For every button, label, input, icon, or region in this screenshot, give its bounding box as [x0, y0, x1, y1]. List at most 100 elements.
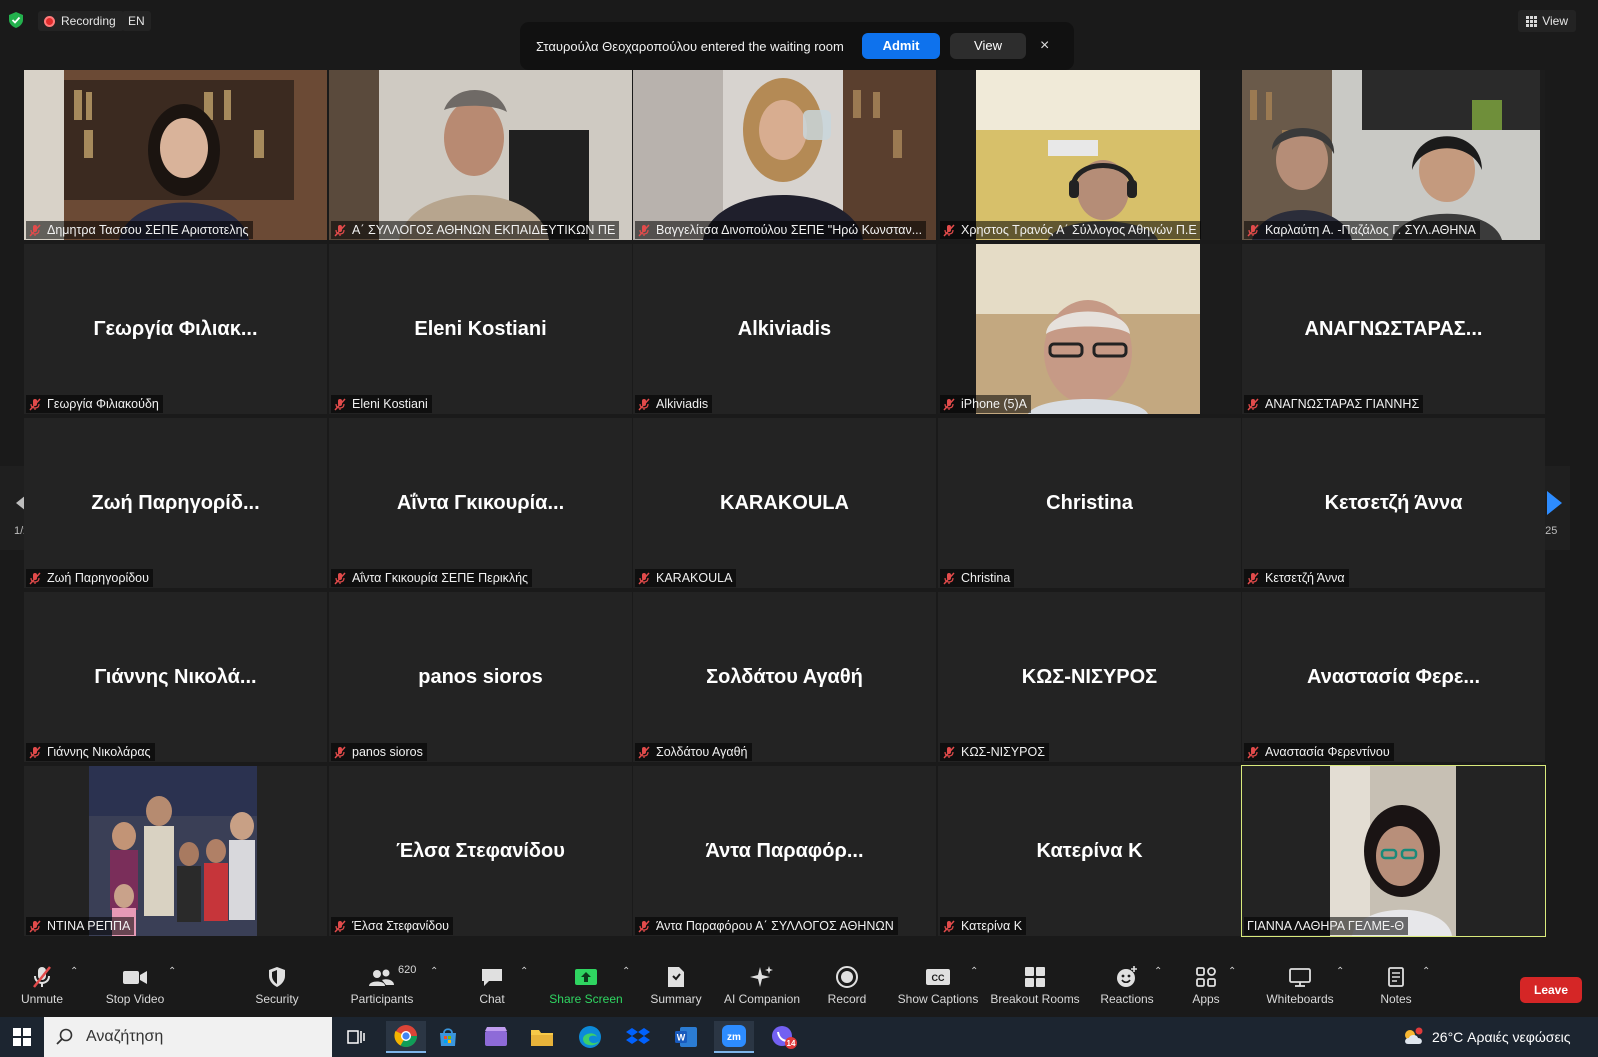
participant-name-label: Γεωργία Φιλιακούδη [26, 395, 163, 413]
participant-tile[interactable]: panos sioros panos sioros [329, 592, 632, 762]
participant-display-name: Christina [1046, 492, 1133, 514]
video-options-caret-icon[interactable]: ⌃ [168, 966, 176, 977]
participants-options-caret-icon[interactable]: ⌃ [430, 966, 438, 977]
participant-tile[interactable]: iPhone (5)A [938, 244, 1241, 414]
participant-tile[interactable]: Αναστασία Φερε... Αναστασία Φερεντίνου [1242, 592, 1545, 762]
apps-icon [1196, 967, 1216, 987]
notes-button[interactable]: Notes ⌃ [1376, 960, 1430, 1017]
participant-display-name: Κατερίνα Κ [1036, 840, 1143, 862]
whiteboards-options-caret-icon[interactable]: ⌃ [1336, 966, 1344, 977]
participant-tile[interactable]: ΚΩΣ-ΝΙΣΥΡΟΣ ΚΩΣ-ΝΙΣΥΡΟΣ [938, 592, 1241, 762]
participant-tile[interactable]: Βαγγελίτσα Δινοπούλου ΣΕΠΕ "Ηρώ Κωνσταν.… [633, 70, 936, 240]
participant-tile[interactable]: Α΄ ΣΥΛΛΟΓΟΣ ΑΘΗΝΩΝ ΕΚΠΑΙΔΕΥΤΙΚΩΝ ΠΕ [329, 70, 632, 240]
weather-text: 26°C Αραιές νεφώσεις [1432, 1029, 1571, 1045]
participant-tile[interactable]: Αΐντα Γκικουρία... Αΐντα Γκικουρία ΣΕΠΕ Π… [329, 418, 632, 588]
security-button[interactable]: Security [250, 960, 304, 1017]
participant-name-text: Eleni Kostiani [352, 397, 428, 411]
participant-tile[interactable]: Κετσετζή Άννα Κετσετζή Άννα [1242, 418, 1545, 588]
view-waiting-room-button[interactable]: View [950, 33, 1026, 59]
participant-name-label: Έλσα Στεφανίδου [331, 917, 454, 935]
participant-tile[interactable]: Ζωή Παρηγορίδ... Ζωή Παρηγορίδου [24, 418, 327, 588]
participant-tile[interactable]: Καρλαύτη Α. -Παζάλος Γ. ΣΥΛ.ΑΘΗΝΑ [1242, 70, 1545, 240]
participants-button[interactable]: Participants 620 ⌃ [346, 960, 439, 1017]
reactions-button[interactable]: Reactions ⌃ [1096, 960, 1162, 1017]
participant-tile[interactable]: Άντα Παραφόρ... Άντα Παραφόρου Α΄ ΣΥΛΛΟΓΟ… [633, 766, 936, 936]
taskbar-word[interactable]: W [666, 1021, 706, 1053]
security-shield-icon [269, 967, 285, 987]
show-captions-button[interactable]: CC Show Captions ⌃ [896, 960, 980, 1017]
breakout-rooms-button[interactable]: Breakout Rooms [990, 960, 1080, 1017]
zoom-app-icon: zm [722, 1025, 746, 1047]
taskbar-zoom[interactable]: zm [714, 1021, 754, 1053]
captions-options-caret-icon[interactable]: ⌃ [970, 966, 978, 977]
participant-name-text: Κατερίνα Κ [961, 919, 1023, 933]
svg-text:zm: zm [727, 1032, 741, 1043]
participant-name-text: Καρλαύτη Α. -Παζάλος Γ. ΣΥΛ.ΑΘΗΝΑ [1265, 223, 1476, 237]
chat-options-caret-icon[interactable]: ⌃ [520, 966, 528, 977]
notes-options-caret-icon[interactable]: ⌃ [1422, 966, 1430, 977]
audio-options-caret-icon[interactable]: ⌃ [70, 966, 78, 977]
muted-microphone-icon [1247, 745, 1259, 759]
share-options-caret-icon[interactable]: ⌃ [622, 966, 630, 977]
viber-icon: 14 [772, 1026, 797, 1049]
participants-count: 620 [398, 964, 417, 976]
summary-button[interactable]: Summary [648, 960, 704, 1017]
taskbar-file-explorer[interactable] [522, 1021, 562, 1053]
ai-companion-button[interactable]: AI Companion [720, 960, 804, 1017]
unmute-button[interactable]: Unmute ⌃ [14, 960, 78, 1017]
participant-tile[interactable]: Δημητρα Τασσου ΣΕΠΕ Αριστοτελης [24, 70, 327, 240]
recording-indicator[interactable]: Recording [38, 11, 124, 31]
participant-tile[interactable]: Έλσα Στεφανίδου Έλσα Στεφανίδου [329, 766, 632, 936]
participant-tile[interactable]: Κατερίνα Κ Κατερίνα Κ [938, 766, 1241, 936]
notes-label: Notes [1380, 992, 1412, 1006]
taskbar-dropbox[interactable] [618, 1021, 658, 1053]
store-bag-icon [440, 1028, 456, 1046]
participant-tile[interactable]: Σολδάτου Αγαθή Σολδάτου Αγαθή [633, 592, 936, 762]
taskbar-edge[interactable] [570, 1021, 610, 1053]
taskbar-weather[interactable]: 26°C Αραιές νεφώσεις [1402, 1027, 1571, 1047]
participant-name-label: ΚΩΣ-ΝΙΣΥΡΟΣ [940, 743, 1049, 761]
whiteboards-button[interactable]: Whiteboards ⌃ [1260, 960, 1344, 1017]
leave-meeting-button[interactable]: Leave [1520, 977, 1582, 1003]
grid-view-icon [1526, 15, 1538, 27]
share-screen-icon [575, 969, 597, 985]
cloudy-weather-icon [1405, 1027, 1423, 1044]
participant-tile[interactable]: Christina Christina [938, 418, 1241, 588]
taskbar-video-editor[interactable] [476, 1021, 516, 1053]
muted-microphone-icon [334, 397, 346, 411]
participant-tile[interactable]: Γεωργία Φιλιακ... Γεωργία Φιλιακούδη [24, 244, 327, 414]
task-view-button[interactable] [336, 1021, 376, 1053]
language-interpretation-button[interactable]: EN [122, 11, 151, 31]
taskbar-search-box[interactable]: Αναζήτηση [44, 1017, 332, 1057]
edge-icon [579, 1026, 601, 1048]
participant-tile[interactable]: Γιάννης Νικολά... Γιάννης Νικολάρας [24, 592, 327, 762]
chat-button[interactable]: Chat ⌃ [470, 960, 528, 1017]
taskbar-chrome[interactable] [386, 1021, 426, 1053]
participant-tile[interactable]: Eleni Kostiani Eleni Kostiani [329, 244, 632, 414]
video-camera-icon [123, 971, 147, 984]
participant-video [938, 70, 1241, 240]
participant-tile[interactable]: KARAKOULA KARAKOULA [633, 418, 936, 588]
view-menu-button[interactable]: View [1518, 10, 1576, 32]
encryption-shield-icon[interactable] [9, 12, 23, 28]
share-screen-button[interactable]: Share Screen ⌃ [548, 960, 630, 1017]
participant-tile[interactable]: Alkiviadis Alkiviadis [633, 244, 936, 414]
taskbar-store[interactable] [428, 1021, 468, 1053]
record-button[interactable]: Record [824, 960, 870, 1017]
participant-name-label: ΝΤΙΝΑ ΡΕΠΠΑ [26, 917, 135, 935]
apps-button[interactable]: Apps ⌃ [1190, 960, 1236, 1017]
participant-tile[interactable]: ΑΝΑΓΝΩΣΤΑΡΑΣ... ΑΝΑΓΝΩΣΤΑΡΑΣ ΓΙΑΝΝΗΣ [1242, 244, 1545, 414]
participant-tile[interactable]: ΝΤΙΝΑ ΡΕΠΠΑ [24, 766, 327, 936]
stop-video-label: Stop Video [105, 992, 165, 1006]
admit-button[interactable]: Admit [862, 33, 940, 59]
participant-tile[interactable]: ΓΙΑΝΝΑ ΛΑΘΗΡΑ ΓΕΛΜΕ-Θ [1241, 765, 1546, 937]
muted-microphone-icon [29, 745, 41, 759]
stop-video-button[interactable]: Stop Video ⌃ [100, 960, 177, 1017]
participant-video [24, 70, 327, 240]
participant-tile[interactable]: Χρηστος Τρανός Α΄ Σύλλογος Αθηνών Π.Ε [938, 70, 1241, 240]
close-notification-icon[interactable]: × [1040, 37, 1049, 55]
windows-start-button[interactable] [2, 1021, 42, 1053]
taskbar-viber[interactable]: 14 [764, 1021, 804, 1053]
apps-options-caret-icon[interactable]: ⌃ [1228, 966, 1236, 977]
reactions-options-caret-icon[interactable]: ⌃ [1154, 966, 1162, 977]
